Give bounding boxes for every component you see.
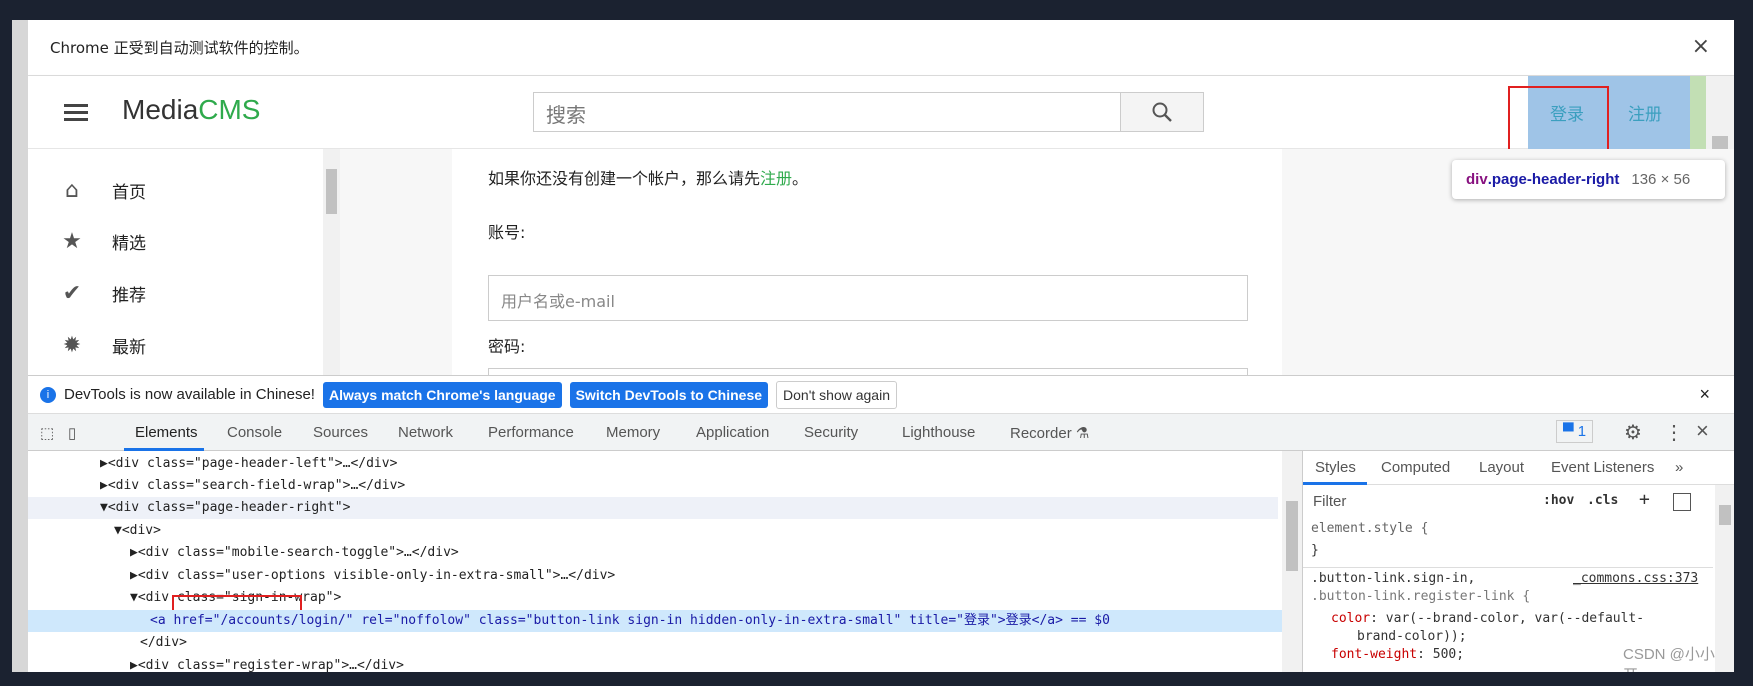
always-match-button[interactable]: Always match Chrome's language bbox=[322, 381, 562, 408]
gear-icon[interactable]: ⚙ bbox=[1624, 420, 1642, 445]
search-input[interactable]: 搜索 bbox=[533, 92, 1121, 132]
sidebar-scrollbar[interactable] bbox=[323, 149, 340, 375]
tab-security[interactable]: Security bbox=[804, 424, 858, 441]
elements-scrollbar[interactable] bbox=[1282, 451, 1302, 672]
star-icon: ★ bbox=[62, 228, 82, 254]
devtools-language-banner: i DevTools is now available in Chinese! … bbox=[28, 375, 1734, 414]
close-icon[interactable]: × bbox=[1692, 34, 1710, 59]
search-button[interactable] bbox=[1120, 92, 1204, 132]
switch-chinese-button[interactable]: Switch DevTools to Chinese bbox=[569, 381, 769, 408]
sidebar-item-recommended[interactable]: ✔ 推荐 bbox=[58, 278, 146, 308]
dom-node-selected[interactable]: <a href="/accounts/login/" rel="noffolow… bbox=[28, 610, 1282, 632]
dom-node[interactable]: ▼<div class="page-header-right"> bbox=[28, 497, 1278, 519]
dom-node[interactable]: ▶<div class="user-options visible-only-i… bbox=[28, 565, 1282, 587]
close-icon[interactable]: × bbox=[1699, 384, 1710, 405]
padding-highlight bbox=[1690, 76, 1706, 149]
styles-scrollbar[interactable] bbox=[1715, 485, 1734, 672]
dom-node[interactable]: ▶<div class="search-field-wrap">…</div> bbox=[28, 475, 1282, 497]
device-toggle-icon[interactable]: ▯ bbox=[68, 424, 76, 442]
tab-performance[interactable]: Performance bbox=[488, 424, 574, 441]
annotation-box bbox=[1508, 86, 1609, 156]
sidebar: ⌂ 首页 ★ 精选 ✔ 推荐 ✹ 最新 bbox=[28, 149, 340, 375]
info-icon: i bbox=[40, 386, 56, 403]
login-form: 如果你还没有创建一个帐户，那么请先注册。 账号: 用户名或e-mail 密码: bbox=[452, 149, 1282, 414]
tab-elements[interactable]: Elements bbox=[135, 424, 198, 441]
register-link[interactable]: 注册 bbox=[760, 169, 792, 188]
tab-lighthouse[interactable]: Lighthouse bbox=[902, 424, 975, 441]
inspect-tooltip: div .page-header-right 136 × 56 bbox=[1452, 160, 1725, 199]
check-icon: ✔ bbox=[62, 280, 82, 306]
tab-memory[interactable]: Memory bbox=[606, 424, 660, 441]
tab-sources[interactable]: Sources bbox=[313, 424, 368, 441]
dom-node[interactable]: ▶<div class="register-wrap">…</div> bbox=[28, 655, 1282, 672]
tab-event-listeners[interactable]: Event Listeners bbox=[1551, 459, 1654, 476]
page-header: MediaCMS 搜索 登录 注册 bbox=[28, 76, 1734, 375]
cls-toggle[interactable]: .cls bbox=[1587, 493, 1618, 508]
devtools-toolbar: ⬚ ▯ Elements Console Sources Network Per… bbox=[28, 414, 1734, 451]
hov-toggle[interactable]: :hov bbox=[1543, 493, 1574, 508]
more-icon[interactable]: ⋮ bbox=[1664, 420, 1684, 445]
dom-node[interactable]: ▶<div class="page-header-left">…</div> bbox=[28, 453, 1282, 475]
elements-tree: ▶<div class="page-header-left">…</div> ▶… bbox=[28, 451, 1282, 672]
tab-layout[interactable]: Layout bbox=[1479, 459, 1524, 476]
tab-application[interactable]: Application bbox=[696, 424, 769, 441]
home-icon: ⌂ bbox=[65, 177, 79, 203]
dom-node[interactable]: ▶<div class="mobile-search-toggle">…</di… bbox=[28, 542, 1282, 564]
sidebar-item-featured[interactable]: ★ 精选 bbox=[58, 226, 146, 256]
tab-network[interactable]: Network bbox=[398, 424, 453, 441]
dont-show-button[interactable]: Don't show again bbox=[776, 380, 897, 409]
register-link[interactable]: 注册 bbox=[1628, 100, 1662, 125]
styles-pane: Styles Computed Layout Event Listeners »… bbox=[1302, 451, 1734, 672]
sidebar-item-latest[interactable]: ✹ 最新 bbox=[58, 330, 146, 360]
new-rule-button[interactable]: + bbox=[1639, 489, 1650, 510]
left-edge-strip bbox=[12, 20, 28, 672]
source-link[interactable]: _commons.css:373 bbox=[1573, 571, 1698, 586]
password-label: 密码: bbox=[488, 337, 526, 356]
tab-styles[interactable]: Styles bbox=[1315, 459, 1356, 476]
close-devtools-icon[interactable]: × bbox=[1696, 418, 1709, 444]
more-tabs-icon[interactable]: » bbox=[1675, 459, 1683, 476]
issues-badge[interactable]: ▀ 1 bbox=[1556, 420, 1594, 443]
tab-console[interactable]: Console bbox=[227, 424, 282, 441]
dom-node[interactable]: ▼<div> bbox=[28, 520, 1282, 542]
menu-icon[interactable] bbox=[64, 104, 88, 107]
logo[interactable]: MediaCMS bbox=[122, 94, 261, 126]
infobar-text: Chrome 正受到自动测试软件的控制。 bbox=[50, 39, 309, 57]
tab-computed[interactable]: Computed bbox=[1381, 459, 1450, 476]
sidebar-toggle-icon[interactable] bbox=[1673, 493, 1691, 511]
browser-window: Chrome 正受到自动测试软件的控制。 × MediaCMS 搜索 登录 注册… bbox=[28, 20, 1734, 672]
styles-filter-input[interactable]: Filter bbox=[1307, 489, 1527, 515]
search-icon bbox=[1152, 102, 1172, 122]
dom-node[interactable]: </div> bbox=[28, 632, 1282, 654]
account-input[interactable]: 用户名或e-mail bbox=[488, 275, 1248, 321]
automation-infobar: Chrome 正受到自动测试软件的控制。 × bbox=[28, 20, 1734, 76]
tab-recorder[interactable]: Recorder ⚗ bbox=[1010, 424, 1089, 442]
sidebar-item-home[interactable]: ⌂ 首页 bbox=[58, 175, 146, 205]
inspect-icon[interactable]: ⬚ bbox=[40, 424, 54, 442]
new-icon: ✹ bbox=[62, 332, 82, 358]
account-label: 账号: bbox=[488, 223, 526, 242]
